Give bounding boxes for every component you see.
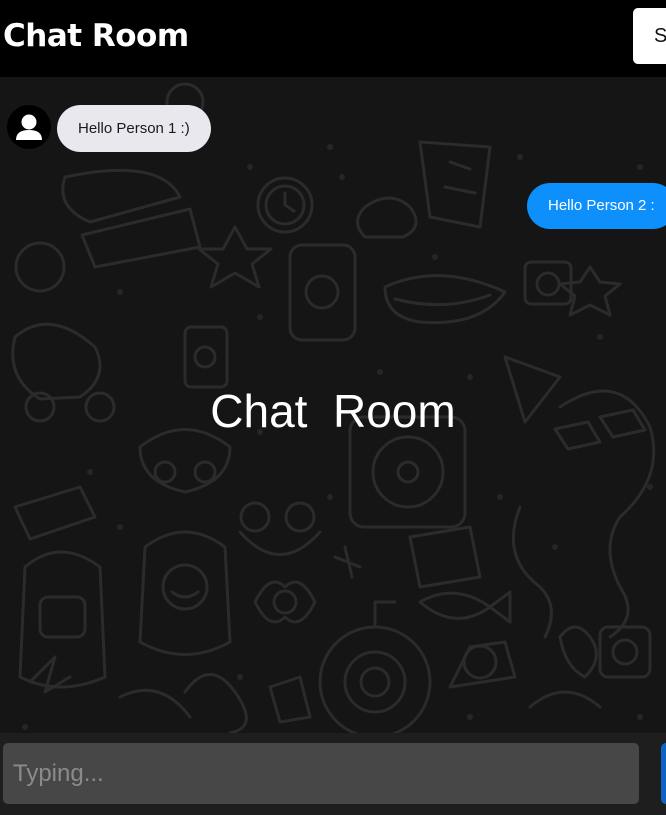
message-composer (0, 733, 666, 815)
user-avatar-icon[interactable] (7, 105, 51, 149)
received-message-bubble: Hello Person 1 :) (57, 105, 211, 152)
chat-messages-area[interactable]: Hello Person 1 :) Hello Person 2 : Chat … (0, 77, 666, 733)
top-header: Chat Room S (0, 0, 666, 77)
chat-app: Chat Room S Hello Person 1:) Hello Pers… (0, 0, 666, 815)
page-title: Chat Room (3, 18, 189, 54)
send-button[interactable] (661, 743, 666, 804)
sent-message-bubble: Hello Person 2 : (527, 183, 666, 229)
chat-room-watermark: Chat Room (210, 385, 456, 437)
message-input[interactable] (3, 743, 639, 804)
header-action-button[interactable]: S (633, 8, 666, 64)
